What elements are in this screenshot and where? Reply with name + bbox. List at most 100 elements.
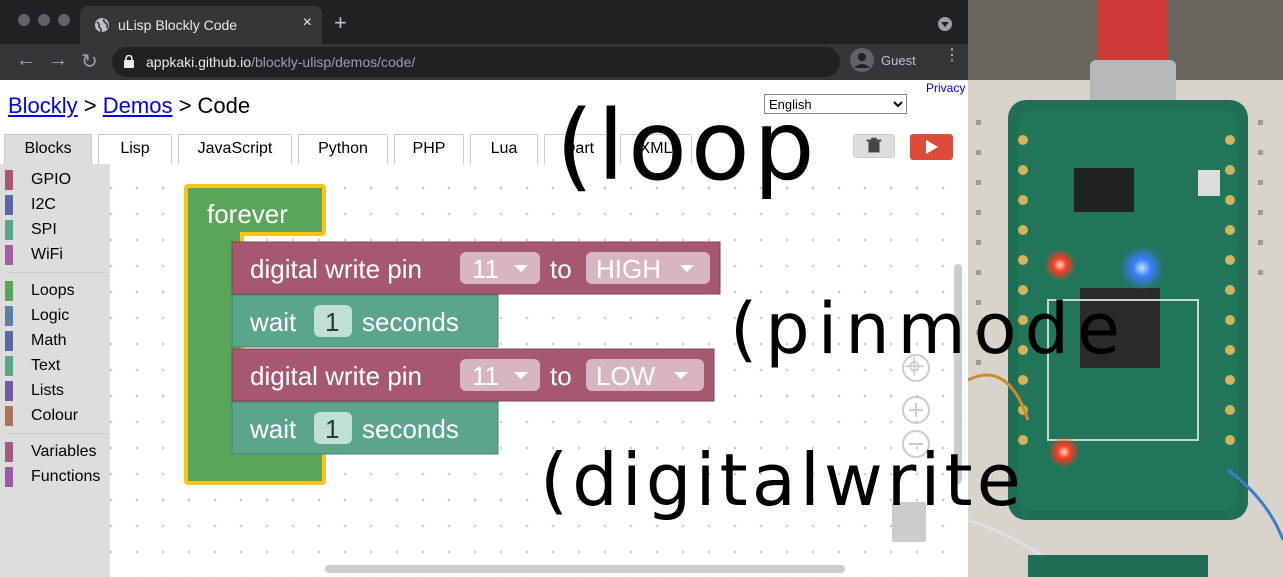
tab-python[interactable]: Python: [298, 134, 388, 164]
page-content: Blockly > Demos > Code Privacy English B…: [0, 80, 968, 577]
tab-lua[interactable]: Lua: [470, 134, 538, 164]
wait1-unit: seconds: [362, 307, 459, 337]
toolbox-category-text[interactable]: Text: [0, 354, 110, 376]
person-icon: [854, 53, 870, 68]
category-label: Lists: [31, 382, 64, 399]
browser-toolbar: ← → ↻ appkaki.github.io/blockly-ulisp/de…: [0, 44, 968, 80]
tab-search-icon[interactable]: [938, 17, 952, 31]
category-color-swatch: [5, 281, 13, 301]
tab-lisp[interactable]: Lisp: [98, 134, 172, 164]
plus-icon: [909, 403, 923, 417]
write2-label: digital write pin: [250, 361, 422, 391]
category-color-swatch: [5, 220, 13, 240]
privacy-link[interactable]: Privacy: [926, 81, 965, 95]
toolbox-category-gpio[interactable]: GPIO: [0, 168, 110, 190]
category-color-swatch: [5, 467, 13, 487]
address-bar[interactable]: appkaki.github.io/blockly-ulisp/demos/co…: [112, 47, 840, 77]
category-color-swatch: [5, 245, 13, 265]
trash-button[interactable]: [853, 134, 895, 158]
tab-javascript[interactable]: JavaScript: [178, 134, 292, 164]
window-minimize-dot[interactable]: [38, 14, 50, 26]
write1-pin-value: 11: [472, 254, 499, 284]
category-label: Text: [31, 357, 61, 374]
window-maximize-dot[interactable]: [58, 14, 70, 26]
category-color-swatch: [5, 356, 13, 376]
breadcrumb-current: Code: [197, 93, 251, 118]
wait2-label: wait: [249, 414, 297, 444]
toolbox-category-lists[interactable]: Lists: [0, 379, 110, 401]
wait-block[interactable]: wait 1 seconds: [231, 401, 499, 455]
toolbox-category-functions[interactable]: Functions: [0, 465, 110, 487]
category-color-swatch: [5, 195, 13, 215]
write1-level-value: HIGH: [596, 254, 661, 284]
category-label: Colour: [31, 407, 79, 424]
tab-close-icon[interactable]: ×: [303, 14, 312, 32]
zoom-reset-icon[interactable]: [902, 354, 930, 382]
write2-to-label: to: [550, 361, 572, 391]
toolbox-category-colour[interactable]: Colour: [0, 404, 110, 426]
forward-icon[interactable]: →: [48, 49, 68, 72]
toolbox-category-logic[interactable]: Logic: [0, 304, 110, 326]
category-color-swatch: [5, 442, 13, 462]
tab-bar: uLisp Blockly Code × +: [0, 0, 968, 44]
toolbox-category-math[interactable]: Math: [0, 329, 110, 351]
wait2-value: 1: [325, 414, 339, 444]
digital-write-low-block[interactable]: digital write pin 11 to LOW: [231, 348, 715, 402]
language-select[interactable]: English: [764, 94, 907, 114]
category-color-swatch: [5, 406, 13, 426]
tab-dart[interactable]: Dart: [544, 134, 614, 164]
toolbox-category-spi[interactable]: SPI: [0, 218, 110, 240]
category-label: Math: [31, 332, 67, 349]
back-icon[interactable]: ←: [16, 49, 36, 72]
category-label: Functions: [31, 468, 101, 485]
toolbox-category-wifi[interactable]: WiFi: [0, 243, 110, 265]
crosshair-icon: [904, 356, 924, 376]
workspace-trash-icon[interactable]: [892, 502, 926, 542]
category-label: I2C: [31, 196, 56, 213]
category-label: Logic: [31, 307, 70, 324]
window-close-dot[interactable]: [18, 14, 30, 26]
toolbox-category-variables[interactable]: Variables: [0, 440, 110, 462]
breadcrumb: Blockly > Demos > Code: [8, 93, 251, 118]
category-color-swatch: [5, 170, 13, 190]
zoom-out-icon[interactable]: [902, 430, 930, 458]
forever-label: forever: [207, 199, 288, 229]
block-stack[interactable]: forever digital write pin 11 to HIGH wai…: [110, 164, 968, 577]
wait1-value: 1: [325, 307, 339, 337]
code-tabs: Blocks Lisp JavaScript Python PHP Lua Dart XML: [0, 132, 968, 164]
profile-avatar-icon[interactable]: [850, 48, 874, 72]
toolbox-separator: [8, 433, 108, 434]
category-color-swatch: [5, 331, 13, 351]
vertical-scrollbar[interactable]: [954, 264, 962, 484]
toolbox-separator: [8, 272, 108, 273]
toolbox-category-i2c[interactable]: I2C: [0, 193, 110, 215]
breadcrumb-demos-link[interactable]: Demos: [103, 93, 173, 118]
blockly-workspace: GPIO I2C SPI WiFi Loops Logic Math Text Lists Col…: [0, 164, 968, 577]
minus-icon: [909, 443, 923, 445]
run-button[interactable]: [910, 134, 953, 160]
breadcrumb-blockly-link[interactable]: Blockly: [8, 93, 78, 118]
tab-xml[interactable]: XML: [620, 134, 692, 164]
wait-block[interactable]: wait 1 seconds: [231, 294, 499, 348]
browser-window: uLisp Blockly Code × + ← → ↻ appkaki.git…: [0, 0, 968, 577]
wait1-label: wait: [249, 307, 297, 337]
wait2-unit: seconds: [362, 414, 459, 444]
category-label: Loops: [31, 282, 75, 299]
write2-pin-value: 11: [472, 361, 499, 391]
browser-menu-icon[interactable]: ⋮: [944, 48, 960, 64]
horizontal-scrollbar[interactable]: [325, 565, 845, 573]
new-tab-icon[interactable]: +: [334, 10, 347, 36]
zoom-in-icon[interactable]: [902, 396, 930, 424]
digital-write-high-block[interactable]: digital write pin 11 to HIGH: [231, 241, 721, 295]
profile-label[interactable]: Guest: [881, 53, 916, 68]
tab-title: uLisp Blockly Code: [118, 17, 238, 33]
toolbox-category-loops[interactable]: Loops: [0, 279, 110, 301]
browser-tab[interactable]: uLisp Blockly Code ×: [80, 6, 322, 44]
category-color-swatch: [5, 306, 13, 326]
tab-php[interactable]: PHP: [394, 134, 464, 164]
reload-icon[interactable]: ↻: [81, 49, 98, 74]
category-label: SPI: [31, 221, 57, 238]
trash-icon: [866, 137, 882, 153]
workspace-canvas[interactable]: forever digital write pin 11 to HIGH wai…: [110, 164, 968, 577]
tab-blocks[interactable]: Blocks: [4, 134, 92, 164]
